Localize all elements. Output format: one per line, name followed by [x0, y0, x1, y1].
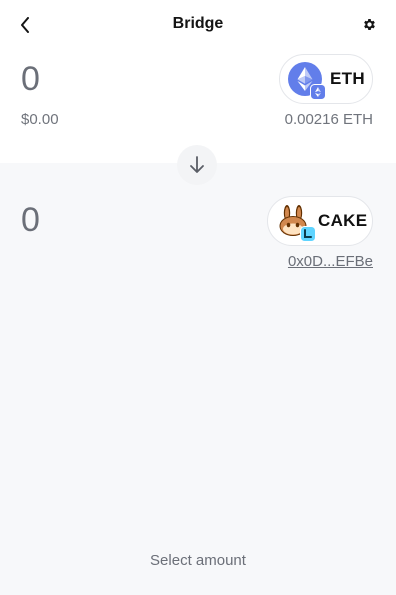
select-amount-status: Select amount — [150, 552, 246, 569]
to-amount: 0 — [21, 201, 41, 239]
back-button[interactable] — [14, 13, 36, 37]
from-fiat-value: $0.00 — [21, 111, 59, 128]
arrow-down-icon — [190, 156, 204, 173]
to-section: 0 CAKE 0x0D...EFBe — [0, 163, 396, 595]
network-badge-icon — [310, 84, 326, 100]
from-token-symbol: ETH — [330, 69, 365, 88]
to-token-symbol: CAKE — [318, 211, 368, 230]
from-token-selector[interactable]: ETH — [279, 54, 373, 104]
settings-button[interactable] — [360, 15, 378, 33]
gear-icon — [363, 18, 375, 30]
chevron-left-icon — [21, 17, 29, 33]
from-amount-input[interactable]: 0 — [21, 60, 40, 99]
header: Bridge — [0, 0, 396, 50]
to-token-selector[interactable]: CAKE — [267, 196, 373, 246]
pancakeswap-icon — [276, 204, 316, 242]
network-badge-icon — [300, 226, 316, 242]
from-token-balance: 0.00216 ETH — [284, 111, 373, 128]
swap-direction-button[interactable] — [177, 145, 217, 185]
recipient-address-link[interactable]: 0x0D...EFBe — [288, 253, 373, 270]
page-title: Bridge — [172, 15, 224, 32]
ethereum-icon — [288, 62, 326, 100]
